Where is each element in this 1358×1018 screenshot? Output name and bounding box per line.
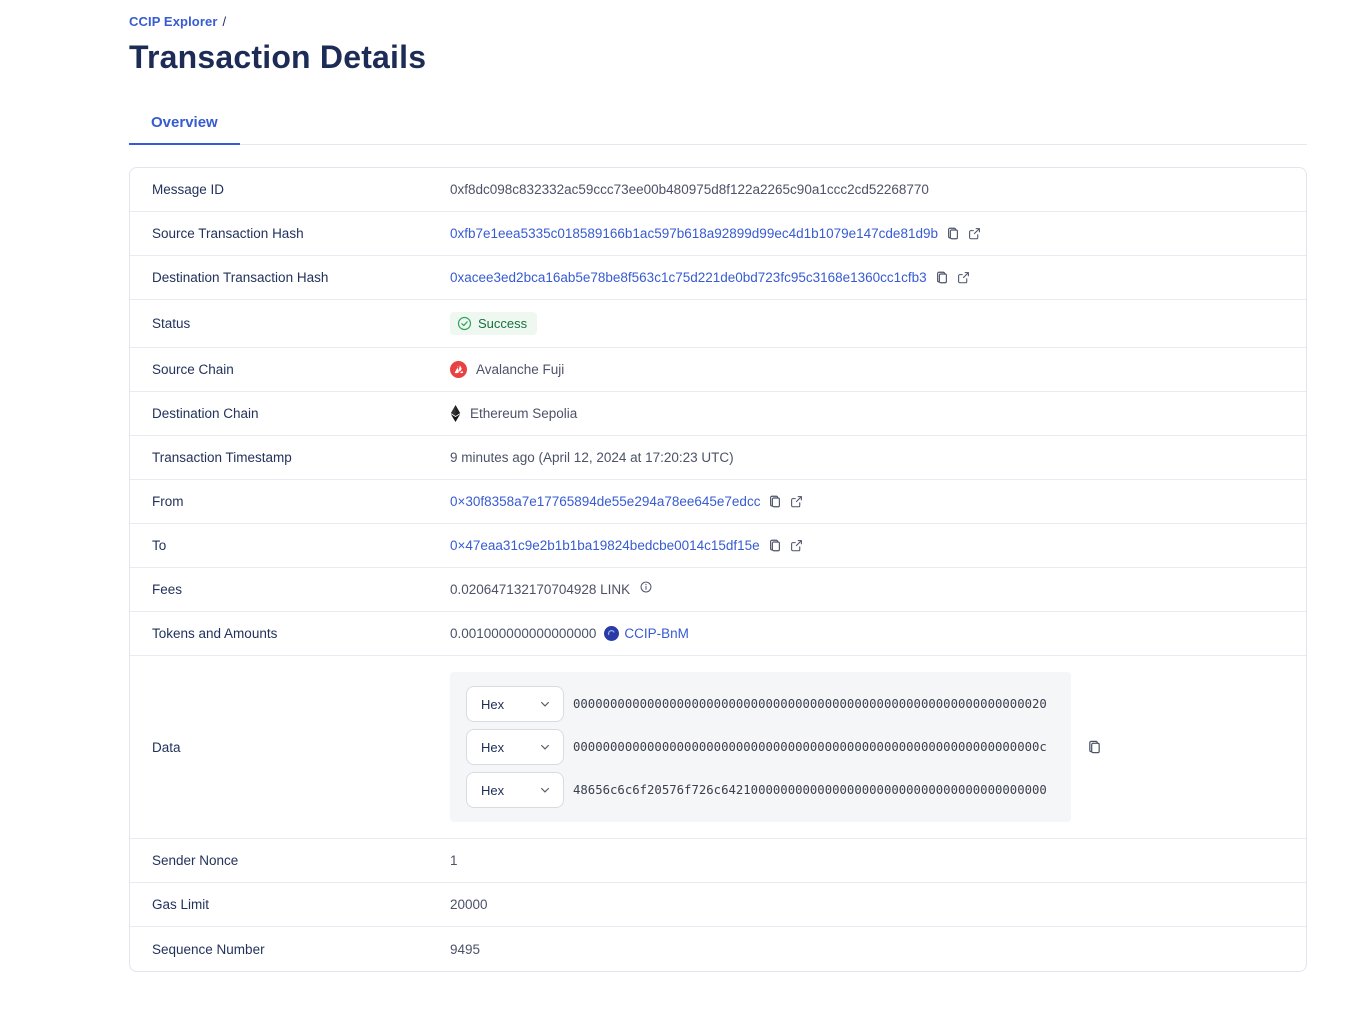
data-hex-line: 48656c6c6f20576f726c64210000000000000000…: [573, 783, 1047, 797]
message-id-value: 0xf8dc098c832332ac59ccc73ee00b480975d8f1…: [450, 182, 929, 197]
data-line: Hex 48656c6c6f20576f726c6421000000000000…: [466, 772, 1055, 808]
timestamp-label: Transaction Timestamp: [152, 450, 450, 465]
status-label: Status: [152, 316, 450, 331]
copy-icon[interactable]: [768, 494, 782, 509]
dest-chain-name: Ethereum Sepolia: [470, 406, 577, 421]
data-format-select[interactable]: Hex: [466, 729, 564, 765]
tab-overview[interactable]: Overview: [129, 114, 240, 145]
data-label: Data: [152, 740, 450, 755]
row-fees: Fees 0.020647132170704928 LINK: [130, 568, 1306, 612]
row-message-id: Message ID 0xf8dc098c832332ac59ccc73ee00…: [130, 168, 1306, 212]
fees-label: Fees: [152, 582, 450, 597]
row-dest-tx-hash: Destination Transaction Hash 0xacee3ed2b…: [130, 256, 1306, 300]
avalanche-icon: [450, 361, 467, 378]
data-format-select[interactable]: Hex: [466, 772, 564, 808]
data-format-select[interactable]: Hex: [466, 686, 564, 722]
ethereum-icon: [450, 405, 461, 422]
gas-limit-value: 20000: [450, 897, 488, 912]
row-to: To 0×47eaa31c9e2b1b1ba19824bedcbe0014c15…: [130, 524, 1306, 568]
row-sequence-number: Sequence Number 9495: [130, 927, 1306, 971]
sender-nonce-value: 1: [450, 853, 458, 868]
to-label: To: [152, 538, 450, 553]
sequence-number-label: Sequence Number: [152, 942, 450, 957]
page-title: Transaction Details: [129, 39, 1307, 76]
from-address-link[interactable]: 0×30f8358a7e17765894de55e294a78ee645e7ed…: [450, 494, 760, 509]
external-link-icon[interactable]: [790, 495, 803, 508]
ccip-bnm-token-icon: [604, 626, 619, 641]
message-id-label: Message ID: [152, 182, 450, 197]
tokens-amounts-label: Tokens and Amounts: [152, 626, 450, 641]
row-data: Data Hex 0000000000000000000000000000000…: [130, 656, 1306, 839]
dest-tx-hash-label: Destination Transaction Hash: [152, 270, 450, 285]
info-icon[interactable]: [640, 581, 652, 593]
dest-chain-label: Destination Chain: [152, 406, 450, 421]
source-tx-hash-link[interactable]: 0xfb7e1eea5335c018589166b1ac597b618a9289…: [450, 226, 938, 241]
sender-nonce-label: Sender Nonce: [152, 853, 450, 868]
data-line: Hex 000000000000000000000000000000000000…: [466, 686, 1055, 722]
to-address-link[interactable]: 0×47eaa31c9e2b1b1ba19824bedcbe0014c15df1…: [450, 538, 760, 553]
row-from: From 0×30f8358a7e17765894de55e294a78ee64…: [130, 480, 1306, 524]
chevron-down-icon: [539, 784, 551, 796]
row-sender-nonce: Sender Nonce 1: [130, 839, 1306, 883]
tab-bar: Overview: [129, 114, 1307, 145]
gas-limit-label: Gas Limit: [152, 897, 450, 912]
source-tx-hash-label: Source Transaction Hash: [152, 226, 450, 241]
row-dest-chain: Destination Chain Ethereum Sepolia: [130, 392, 1306, 436]
source-chain-name: Avalanche Fuji: [476, 362, 564, 377]
row-tokens-amounts: Tokens and Amounts 0.001000000000000000 …: [130, 612, 1306, 656]
data-hex-line: 0000000000000000000000000000000000000000…: [573, 740, 1047, 754]
row-source-chain: Source Chain Avalanche Fuji: [130, 348, 1306, 392]
external-link-icon[interactable]: [790, 539, 803, 552]
status-badge: Success: [450, 312, 537, 335]
fees-value: 0.020647132170704928 LINK: [450, 582, 630, 597]
data-format-value: Hex: [481, 740, 504, 755]
data-format-value: Hex: [481, 697, 504, 712]
check-circle-icon: [457, 316, 472, 331]
token-amount: 0.001000000000000000: [450, 626, 596, 641]
sequence-number-value: 9495: [450, 942, 480, 957]
chevron-down-icon: [539, 698, 551, 710]
copy-icon[interactable]: [1087, 739, 1102, 755]
data-hex-line: 0000000000000000000000000000000000000000…: [573, 697, 1047, 711]
tabbar-divider: [129, 144, 1307, 145]
row-gas-limit: Gas Limit 20000: [130, 883, 1306, 927]
copy-icon[interactable]: [768, 538, 782, 553]
ccip-bnm-token-link[interactable]: CCIP-BnM: [624, 626, 689, 641]
breadcrumb-separator: /: [222, 14, 226, 29]
breadcrumb-ccip-explorer-link[interactable]: CCIP Explorer: [129, 14, 217, 29]
row-status: Status Success: [130, 300, 1306, 348]
transaction-details-page: CCIP Explorer / Transaction Details Overv…: [0, 0, 1307, 972]
details-card: Message ID 0xf8dc098c832332ac59ccc73ee00…: [129, 167, 1307, 972]
data-hex-box: Hex 000000000000000000000000000000000000…: [450, 672, 1071, 822]
copy-icon[interactable]: [935, 270, 949, 285]
timestamp-value: 9 minutes ago (April 12, 2024 at 17:20:2…: [450, 450, 734, 465]
from-label: From: [152, 494, 450, 509]
external-link-icon[interactable]: [957, 271, 970, 284]
breadcrumb: CCIP Explorer /: [129, 14, 1307, 29]
chevron-down-icon: [539, 741, 551, 753]
data-line: Hex 000000000000000000000000000000000000…: [466, 729, 1055, 765]
source-chain-label: Source Chain: [152, 362, 450, 377]
row-timestamp: Transaction Timestamp 9 minutes ago (Apr…: [130, 436, 1306, 480]
dest-tx-hash-link[interactable]: 0xacee3ed2bca16ab5e78be8f563c1c75d221de0…: [450, 270, 927, 285]
data-format-value: Hex: [481, 783, 504, 798]
row-source-tx-hash: Source Transaction Hash 0xfb7e1eea5335c0…: [130, 212, 1306, 256]
status-badge-text: Success: [478, 316, 527, 331]
copy-icon[interactable]: [946, 226, 960, 241]
external-link-icon[interactable]: [968, 227, 981, 240]
